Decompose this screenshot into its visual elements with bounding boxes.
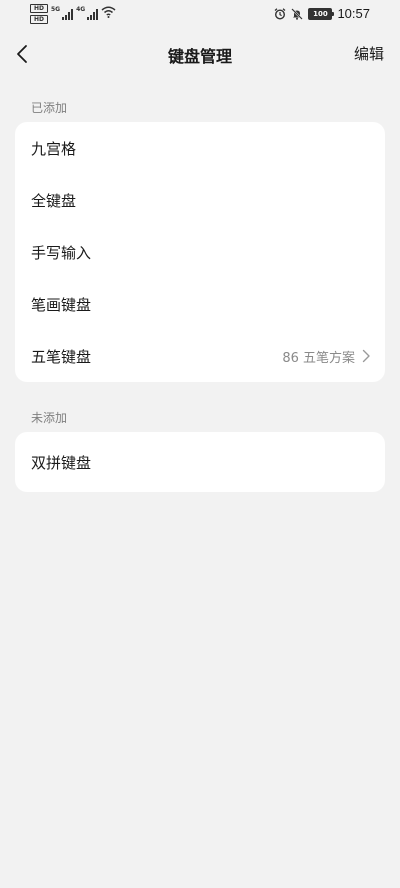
keyboard-item-handwriting[interactable]: 手写输入 — [15, 226, 385, 278]
keyboard-item-nine-grid[interactable]: 九宫格 — [15, 122, 385, 174]
signal-2-icon: 4G — [76, 6, 99, 20]
section-label-added: 已添加 — [31, 101, 68, 115]
keyboard-item-label: 笔画键盘 — [31, 295, 92, 314]
page-title: 键盘管理 — [167, 47, 232, 66]
keyboard-item-label: 五笔键盘 — [31, 347, 92, 366]
keyboard-item-label: 手写输入 — [31, 243, 92, 262]
hd-indicators: HD HD — [30, 4, 48, 24]
network-type-1: 5G — [51, 6, 61, 13]
keyboard-item-label: 全键盘 — [31, 191, 77, 210]
keyboard-item-label: 双拼键盘 — [31, 453, 92, 472]
chevron-right-icon — [362, 349, 370, 363]
nav-bar: 键盘管理 编辑 — [0, 30, 400, 78]
keyboard-item-stroke[interactable]: 笔画键盘 — [15, 278, 385, 330]
battery-icon: 100 — [308, 7, 335, 20]
wubi-scheme-value: 86 五笔方案 — [282, 350, 355, 366]
signal-1-icon: 5G — [51, 6, 74, 20]
alarm-icon — [275, 7, 286, 20]
mute-bell-icon — [291, 7, 304, 20]
keyboard-item-full[interactable]: 全键盘 — [15, 174, 385, 226]
keyboard-item-shuangpin[interactable]: 双拼键盘 — [15, 432, 385, 492]
added-keyboards-card: 九宫格 全键盘 手写输入 笔画键盘 五笔键盘 86 五笔方案 — [15, 122, 385, 382]
keyboard-item-label: 九宫格 — [31, 139, 77, 158]
keyboard-item-wubi[interactable]: 五笔键盘 86 五笔方案 — [15, 330, 385, 382]
wifi-icon — [101, 6, 116, 18]
status-right: 100 10:57 — [274, 6, 370, 21]
network-type-2: 4G — [76, 6, 86, 13]
edit-button[interactable]: 编辑 — [354, 43, 384, 64]
not-added-keyboards-card: 双拼键盘 — [15, 432, 385, 492]
status-bar: HD HD 5G 4G 100 10:57 — [0, 0, 400, 28]
status-time: 10:57 — [337, 6, 370, 21]
section-label-not-added: 未添加 — [31, 411, 68, 425]
status-left: HD HD 5G 4G — [30, 4, 116, 24]
hd-badge-2: HD — [30, 15, 48, 24]
hd-badge-1: HD — [30, 4, 48, 13]
